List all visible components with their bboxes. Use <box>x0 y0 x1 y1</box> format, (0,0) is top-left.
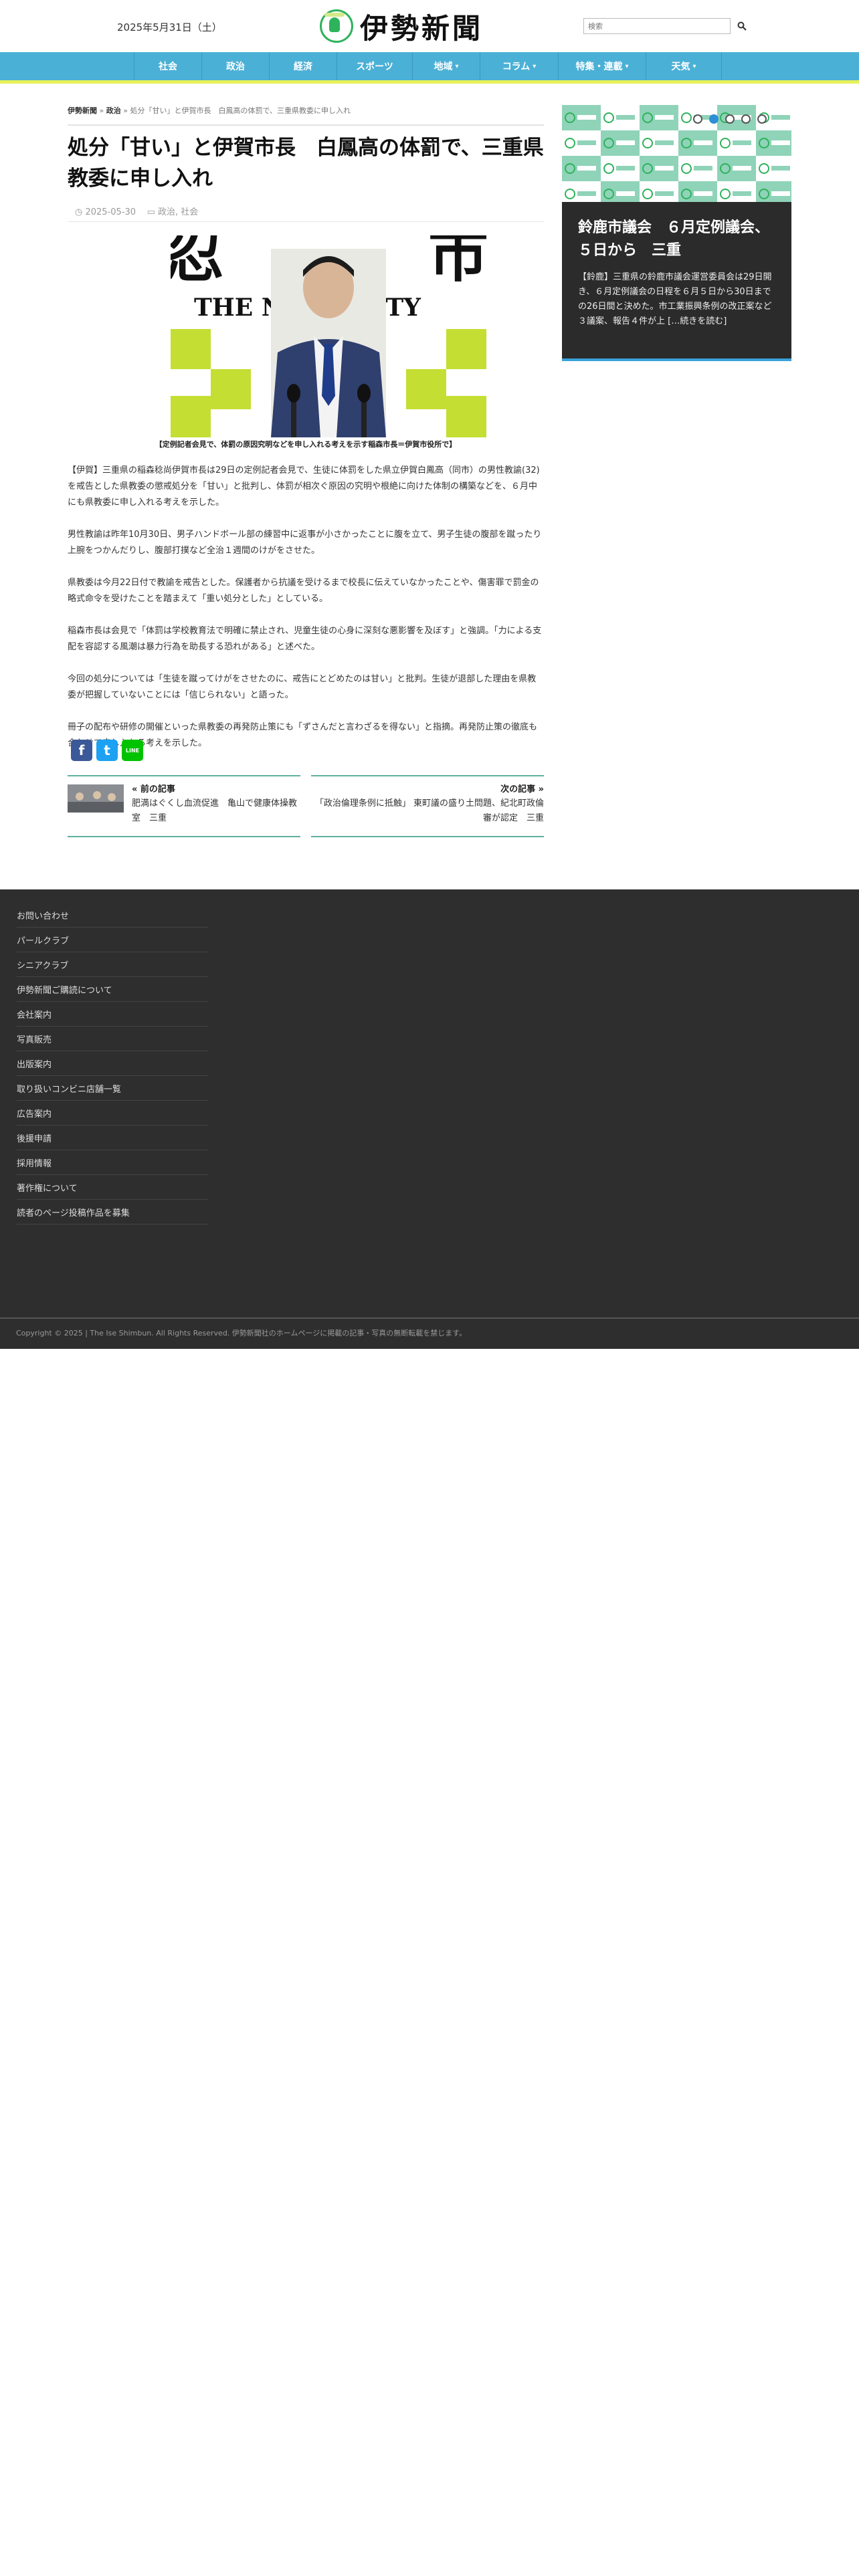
slide-caption-box: 鈴鹿市議会 ６月定例議会、５日から 三重 【鈴鹿】三重県の鈴鹿市議会運営委員会は… <box>562 202 791 361</box>
next-post-link[interactable]: 次の記事 » 「政治倫理条例に抵触」 東町議の盛り土問題、紀北町政倫審が認定 三… <box>311 775 544 837</box>
nav-item-label: 社会 <box>159 62 177 72</box>
article-date: 2025-05-30 <box>85 207 136 217</box>
facebook-icon[interactable]: f <box>71 740 92 761</box>
slider-dot[interactable] <box>725 114 735 124</box>
prev-post-link[interactable]: « 前の記事 肥満はぐくし血流促進 亀山で健康体操教室 三重 <box>68 775 300 837</box>
post-navigation: « 前の記事 肥満はぐくし血流促進 亀山で健康体操教室 三重 次の記事 » 「政… <box>68 775 544 837</box>
nav-item-label: 政治 <box>226 62 245 72</box>
nav-item[interactable]: スポーツ <box>337 52 413 80</box>
article-paragraph: 稲森市長は会見で「体罰は学校教育法で明確に禁止され、児童生徒の心身に深刻な悪影響… <box>68 626 542 652</box>
next-post-label: 次の記事 » <box>500 784 544 794</box>
site-header: 2025年5月31日（土） 伊勢新聞 <box>0 0 859 52</box>
nav-item[interactable]: 特集・連載 ▾ <box>559 52 646 80</box>
footer-link[interactable]: 広告案内 <box>17 1101 208 1125</box>
copyright-text: Copyright © 2025 | The Ise Shimbun. All … <box>16 1329 467 1337</box>
slider-dot[interactable] <box>709 114 719 124</box>
chevron-down-icon: ▾ <box>533 62 537 70</box>
slider-dot[interactable] <box>757 114 767 124</box>
clock-icon: ◷ <box>75 207 83 217</box>
breadcrumb-sep: » <box>99 106 104 115</box>
main-nav: 社会 政治 経済 スポーツ 地域 ▾ コラム ▾ 特集・連載 ▾ 天気 ▾ <box>0 52 859 84</box>
footer-link[interactable]: 取り扱いコンビニ店舗一覧 <box>17 1076 208 1101</box>
logo-text: 伊勢新聞 <box>360 11 484 45</box>
divider <box>68 124 544 126</box>
footer-link[interactable]: 出版案内 <box>17 1051 208 1076</box>
photo-caption: 【定例記者会見で、体罰の原因究明などを申し入れる考えを示す稲森市長＝伊賀市役所で… <box>155 440 457 449</box>
breadcrumb-sep: » <box>123 106 128 115</box>
footer-link[interactable]: 採用情報 <box>17 1150 208 1175</box>
nav-item-label: コラム <box>502 62 531 72</box>
next-post-title: 「政治倫理条例に抵触」 東町議の盛り土問題、紀北町政倫審が認定 三重 <box>314 798 544 823</box>
chevron-down-icon: ▾ <box>625 62 629 70</box>
footer-link[interactable]: 著作権について <box>17 1175 208 1200</box>
breadcrumb-home[interactable]: 伊勢新聞 <box>68 106 97 115</box>
footer-link[interactable]: 伊勢新聞ご購読について <box>17 977 208 1002</box>
slide-image[interactable] <box>562 105 791 202</box>
chevron-down-icon: ▾ <box>455 62 459 70</box>
slide-excerpt: 【鈴鹿】三重県の鈴鹿市議会運営委員会は29日開き、６月定例議会の日程を６月５日か… <box>578 272 772 326</box>
breadcrumb-current: 処分「甘い」と伊賀市長 白鳳高の体罰で、三重県教委に申し入れ <box>130 106 351 115</box>
logo-badge-icon <box>320 9 353 43</box>
slider-dot[interactable] <box>693 114 702 124</box>
nav-item-label: 特集・連載 <box>575 62 623 72</box>
article-paragraph: 今回の処分については「生徒を蹴ってけがをさせたのに、戒告にとどめたのは甘い」と批… <box>68 674 537 700</box>
current-date: 2025年5月31日（土） <box>117 21 222 33</box>
nav-item[interactable]: 政治 <box>202 52 270 80</box>
nav-item-label: 経済 <box>294 62 312 72</box>
svg-text:市: 市 <box>428 235 486 290</box>
chevron-down-icon: ▾ <box>692 62 696 70</box>
line-icon[interactable]: LINE <box>122 740 143 761</box>
footer-link[interactable]: 会社案内 <box>17 1002 208 1027</box>
search-input[interactable] <box>583 18 731 34</box>
footer-link[interactable]: お問い合わせ <box>17 903 208 928</box>
article-paragraph: 男性教諭は昨年10月30日、男子ハンドボール部の練習中に返事が小さかったことに腹… <box>68 530 542 556</box>
nav-item[interactable]: 地域 ▾ <box>413 52 480 80</box>
copyright-bar: Copyright © 2025 | The Ise Shimbun. All … <box>0 1317 859 1349</box>
share-buttons: f t LINE <box>71 740 143 761</box>
sidebar-slider: 鈴鹿市議会 ６月定例議会、５日から 三重 【鈴鹿】三重県の鈴鹿市議会運営委員会は… <box>562 105 791 361</box>
footer-link[interactable]: シニアクラブ <box>17 952 208 977</box>
prev-post-title: 肥満はぐくし血流促進 亀山で健康体操教室 三重 <box>132 798 298 823</box>
article-paragraph: 【伊賀】三重県の稲森稔尚伊賀市長は29日の定例記者会見で、生徒に体罰をした県立伊… <box>68 465 540 508</box>
nav-item-label: 地域 <box>434 62 453 72</box>
prev-post-label: « 前の記事 <box>132 784 175 794</box>
nav-item[interactable]: 経済 <box>270 52 337 80</box>
nav-item-label: スポーツ <box>356 62 393 72</box>
footer-link[interactable]: 後援申請 <box>17 1125 208 1150</box>
site-logo[interactable]: 伊勢新聞 <box>320 9 483 45</box>
article-categories[interactable]: 政治, 社会 <box>158 207 198 217</box>
search-icon[interactable] <box>735 18 749 34</box>
divider <box>68 221 544 222</box>
article-paragraph: 県教委は今月22日付で教諭を戒告とした。保護者から抗議を受けるまで校長に伝えてい… <box>68 578 539 604</box>
article-body: 【伊賀】三重県の稲森稔尚伊賀市長は29日の定例記者会見で、生徒に体罰をした県立伊… <box>68 463 544 768</box>
article-meta: ◷ 2025-05-30 ▭ 政治, 社会 <box>75 205 198 217</box>
nav-item-label: 天気 <box>671 62 690 72</box>
prev-post-thumbnail <box>68 784 124 813</box>
twitter-icon[interactable]: t <box>96 740 118 761</box>
footer-link[interactable]: 写真販売 <box>17 1027 208 1051</box>
site-footer: お問い合わせ パールクラブ シニアクラブ 伊勢新聞ご購読について 会社案内 写真販売 出版案… <box>0 889 859 1317</box>
footer-link[interactable]: 読者のページ投稿作品を募集 <box>17 1200 208 1224</box>
nav-item[interactable]: 社会 <box>134 52 202 80</box>
breadcrumb: 伊勢新聞 » 政治 » 処分「甘い」と伊賀市長 白鳳高の体罰で、三重県教委に申し… <box>68 105 351 116</box>
slider-dots <box>693 114 767 124</box>
nav-item[interactable]: 天気 ▾ <box>646 52 722 80</box>
slider-dot[interactable] <box>741 114 751 124</box>
footer-link[interactable]: パールクラブ <box>17 928 208 952</box>
article-photo: 忍 市 THE NINJA CITY <box>171 235 486 437</box>
slide-title[interactable]: 鈴鹿市議会 ６月定例議会、５日から 三重 <box>578 217 775 262</box>
nav-item[interactable]: コラム ▾ <box>480 52 559 80</box>
folder-icon: ▭ <box>147 207 155 217</box>
search-form <box>583 18 749 34</box>
breadcrumb-category[interactable]: 政治 <box>106 106 121 115</box>
svg-text:忍: 忍 <box>171 235 224 290</box>
article-title: 処分「甘い」と伊賀市長 白鳳高の体罰で、三重県教委に申し入れ <box>68 136 544 191</box>
